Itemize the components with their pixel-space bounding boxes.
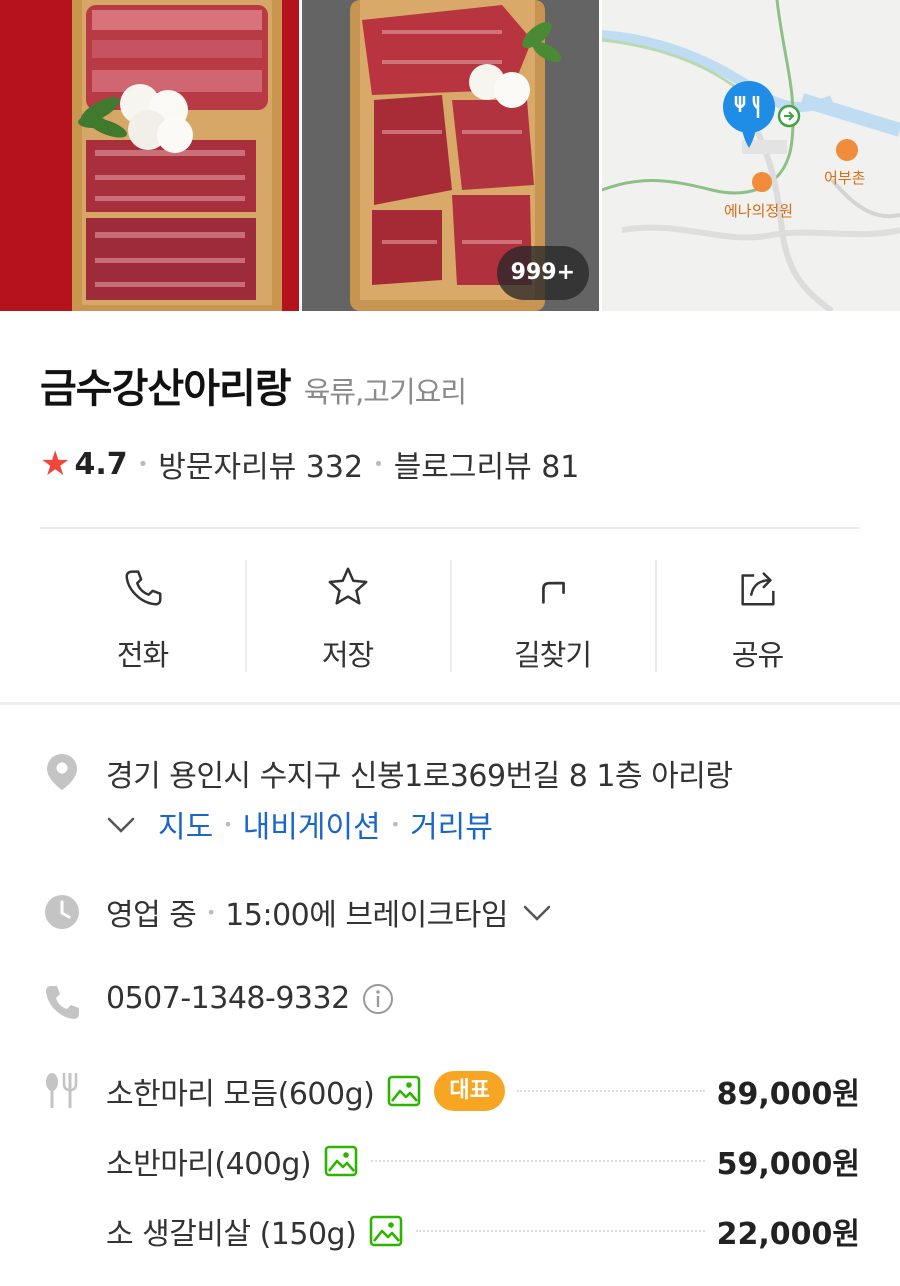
- visitor-reviews-link[interactable]: 방문자리뷰 332: [158, 442, 363, 486]
- photo-strip: 999+ 어부촌 에나의정원: [0, 0, 900, 311]
- action-bar: 전화 저장 길찾기 공유: [40, 556, 860, 674]
- separator-dot: •: [373, 453, 384, 475]
- menu-item-price: 89,000원: [716, 1077, 860, 1112]
- info-icon[interactable]: [362, 983, 394, 1015]
- map-thumbnail[interactable]: 어부촌 에나의정원: [602, 0, 900, 311]
- directions-icon: [541, 581, 565, 604]
- divider: [40, 527, 860, 529]
- share-label: 공유: [731, 638, 784, 672]
- business-hours-row[interactable]: 영업 중 • 15:00에 브레이크타임: [106, 890, 552, 934]
- share-icon: [740, 572, 775, 606]
- menu-item[interactable]: 소 생갈비살 (150g) 22,000원: [106, 1207, 860, 1255]
- street-view-link[interactable]: 거리뷰: [410, 802, 493, 846]
- save-label: 저장: [321, 638, 374, 672]
- photo-icon[interactable]: [386, 1073, 422, 1109]
- menu-item-name: 소 생갈비살 (150g): [106, 1217, 357, 1252]
- call-button[interactable]: 전화: [40, 556, 245, 674]
- menu-item[interactable]: 소반마리(400g) 59,000원: [106, 1137, 860, 1185]
- navigation-link[interactable]: 내비게이션: [243, 802, 381, 846]
- dotted-leader: [516, 1090, 705, 1092]
- separator-dot: •: [223, 814, 233, 834]
- photo-icon[interactable]: [323, 1143, 359, 1179]
- phone-number[interactable]: 0507-1348-9332: [106, 981, 350, 1016]
- menu-item-name: 소반마리(400g): [106, 1147, 312, 1182]
- menu-item-price: 59,000원: [716, 1147, 860, 1182]
- address-links: 지도 • 내비게이션 • 거리뷰: [106, 802, 493, 846]
- photo-icon[interactable]: [368, 1213, 404, 1249]
- star-icon: ★: [40, 444, 71, 484]
- call-label: 전화: [116, 638, 169, 672]
- food-photo-2[interactable]: 999+: [302, 0, 599, 311]
- chevron-down-icon[interactable]: [522, 897, 552, 927]
- map-link[interactable]: 지도: [158, 802, 213, 846]
- map-label-eobuchon: 어부촌: [824, 169, 865, 187]
- chevron-down-icon[interactable]: [106, 809, 136, 839]
- rating-row: ★ 4.7 • 방문자리뷰 332 • 블로그리뷰 81: [40, 442, 579, 486]
- section-divider: [0, 702, 900, 705]
- location-pin-icon: [47, 754, 77, 790]
- place-name: 금수강산아리랑: [40, 366, 292, 412]
- fork-knife-icon: [46, 1073, 78, 1108]
- blog-reviews-link[interactable]: 블로그리뷰 81: [394, 442, 580, 486]
- rating-value: 4.7: [74, 446, 128, 482]
- separator-dot: •: [137, 453, 149, 475]
- hours-detail: 15:00에 브레이크타임: [225, 898, 508, 933]
- hours-status: 영업 중: [106, 898, 197, 933]
- phone-icon: [124, 570, 161, 606]
- photo-count-badge[interactable]: 999+: [496, 246, 589, 300]
- representative-badge: 대표: [434, 1071, 505, 1111]
- menu-item-price: 22,000원: [716, 1217, 860, 1252]
- address-text: 경기 용인시 수지구 신봉1로369번길 8 1층 아리랑: [106, 759, 733, 794]
- dotted-leader: [371, 1160, 705, 1162]
- phone-icon: [46, 986, 79, 1019]
- clock-icon: [45, 895, 79, 929]
- separator-dot: •: [206, 902, 216, 922]
- share-button[interactable]: 공유: [655, 556, 860, 674]
- menu-item-name: 소한마리 모듬(600g): [106, 1077, 375, 1112]
- directions-button[interactable]: 길찾기: [450, 556, 655, 674]
- place-category: 육류,고기요리: [303, 375, 467, 409]
- place-header: 금수강산아리랑 육류,고기요리: [40, 356, 467, 414]
- dotted-leader: [416, 1230, 705, 1232]
- menu-item[interactable]: 소한마리 모듬(600g) 대표 89,000원: [106, 1067, 860, 1115]
- separator-dot: •: [390, 814, 401, 834]
- map-label-garden: 에나의정원: [724, 202, 793, 220]
- food-photo-1[interactable]: [0, 0, 299, 311]
- save-button[interactable]: 저장: [245, 556, 450, 674]
- phone-row[interactable]: 0507-1348-9332: [106, 981, 394, 1016]
- directions-label: 길찾기: [513, 638, 592, 672]
- star-outline-icon: [328, 567, 367, 605]
